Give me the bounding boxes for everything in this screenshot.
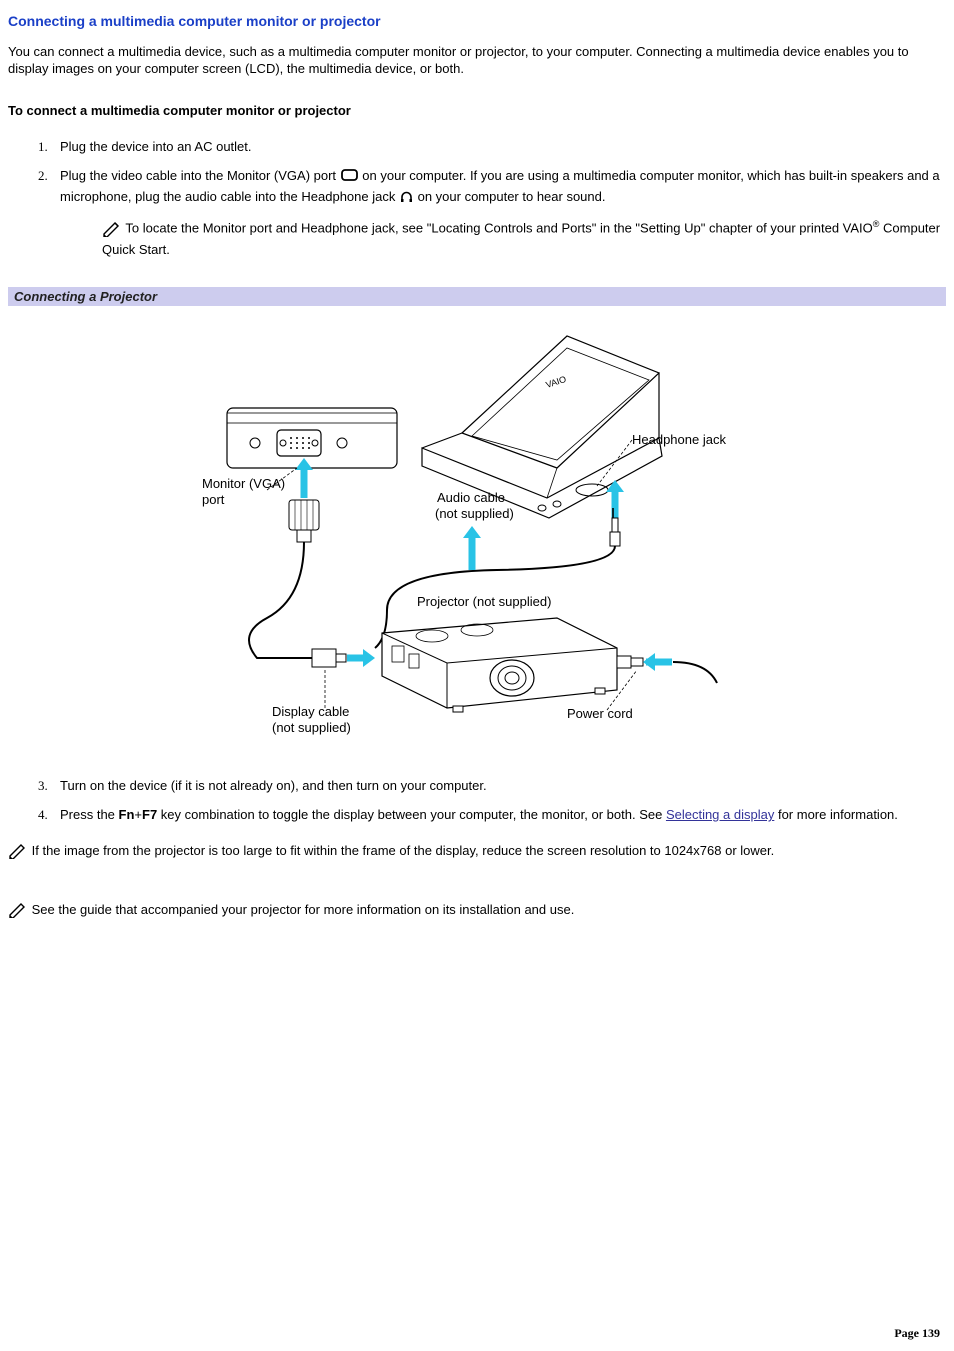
pencil-note-icon <box>8 902 28 923</box>
page-title: Connecting a multimedia computer monitor… <box>8 12 946 31</box>
step-number: 2. <box>38 167 48 185</box>
step-text-part: on your computer to hear sound. <box>418 189 606 204</box>
display-cable-illustration <box>249 500 375 667</box>
step-2-note: To locate the Monitor port and Headphone… <box>102 218 946 258</box>
label-display-cable-1: Display cable <box>272 704 349 719</box>
intro-paragraph: You can connect a multimedia device, suc… <box>8 43 946 78</box>
label-audio-2: (not supplied) <box>435 506 514 521</box>
step-number: 3. <box>38 777 48 795</box>
note-text: See the guide that accompanied your proj… <box>32 902 575 917</box>
figure-caption: Connecting a Projector <box>8 287 946 307</box>
step-text-part: Plug the video cable into the Monitor (V… <box>60 168 340 183</box>
label-audio-1: Audio cable <box>437 490 505 505</box>
note-text-part: To locate the Monitor port and Headphone… <box>125 221 872 236</box>
steps-list-continued: 3. Turn on the device (if it is not alre… <box>8 771 946 830</box>
vga-port-icon <box>340 168 359 188</box>
step-text: Turn on the device (if it is not already… <box>60 778 487 793</box>
plus: + <box>134 807 142 822</box>
page-footer: Page 139 <box>894 1325 940 1341</box>
step-4: 4. Press the Fn+F7 key combination to to… <box>38 800 946 830</box>
label-headphone: Headphone jack <box>632 432 726 447</box>
note-resolution: If the image from the projector is too l… <box>8 842 946 864</box>
figure-diagram: Monitor (VGA) port VAIO Headphone jack <box>8 306 946 771</box>
step-number: 1. <box>38 138 48 156</box>
pencil-note-icon <box>8 843 28 864</box>
step-2: 2. Plug the video cable into the Monitor… <box>38 161 946 275</box>
note-text: If the image from the projector is too l… <box>32 843 775 858</box>
label-vga-line2: port <box>202 492 225 507</box>
label-projector: Projector (not supplied) <box>417 594 551 609</box>
step-number: 4. <box>38 806 48 824</box>
label-display-cable-2: (not supplied) <box>272 720 351 735</box>
label-vga-line1: Monitor (VGA) <box>202 476 285 491</box>
key-fn: Fn <box>119 807 135 822</box>
label-power-cord: Power cord <box>567 706 633 721</box>
step-text-part: for more information. <box>774 807 898 822</box>
selecting-display-link[interactable]: Selecting a display <box>666 807 774 822</box>
step-text-part: Press the <box>60 807 119 822</box>
headphone-jack-icon <box>399 189 414 209</box>
steps-list: 1. Plug the device into an AC outlet. 2.… <box>8 132 946 275</box>
projector-illustration: Projector (not supplied) <box>382 594 717 712</box>
pencil-note-icon <box>102 221 122 242</box>
procedure-heading: To connect a multimedia computer monitor… <box>8 102 946 120</box>
key-f7: F7 <box>142 807 157 822</box>
step-1: 1. Plug the device into an AC outlet. <box>38 132 946 162</box>
note-guide: See the guide that accompanied your proj… <box>8 901 946 923</box>
step-text-part: key combination to toggle the display be… <box>157 807 666 822</box>
step-text: Plug the device into an AC outlet. <box>60 139 252 154</box>
step-3: 3. Turn on the device (if it is not alre… <box>38 771 946 801</box>
